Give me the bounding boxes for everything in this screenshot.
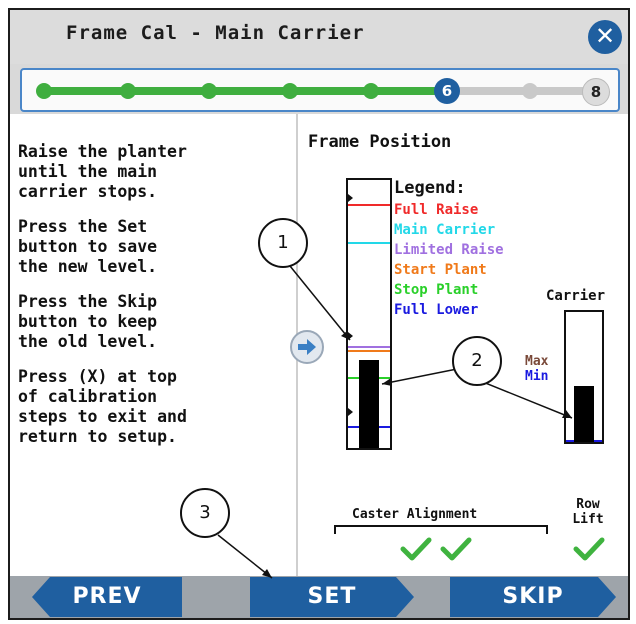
callout-2-pointer-left: [381, 367, 463, 385]
callout-2-pointer-right: [477, 379, 573, 419]
callout-1: 1: [258, 218, 308, 268]
callout-3-pointer: [217, 534, 273, 579]
callout-2: 2: [452, 336, 502, 386]
callout-1-arrowhead: [341, 331, 350, 340]
callout-1-pointer: [289, 265, 351, 341]
callout-3: 3: [180, 488, 230, 538]
callout-2-arrowhead-left: [382, 378, 392, 386]
callout-pointers: [217, 265, 573, 579]
